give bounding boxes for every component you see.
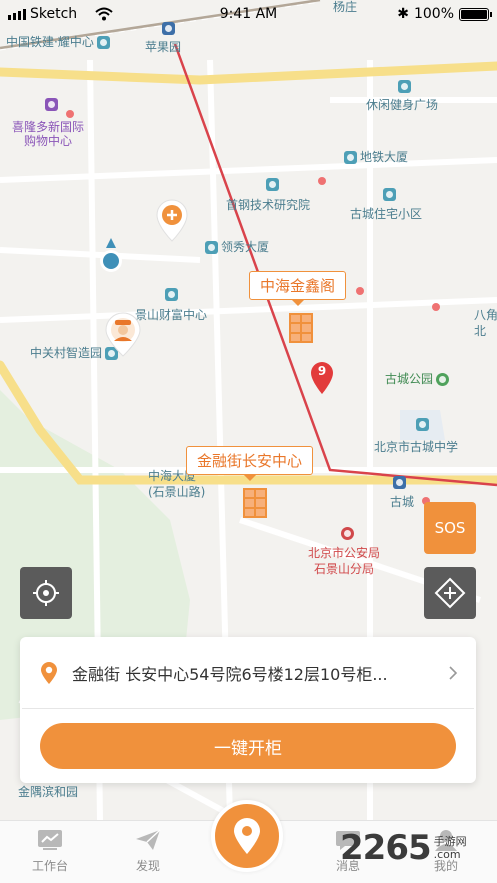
add-marker-button[interactable] [424,567,476,619]
poi-gucheng-park[interactable]: 古城公园 [385,372,450,386]
map-dot [318,177,326,185]
shopping-icon [45,98,58,111]
park-icon [436,372,450,386]
poi-police[interactable]: 北京市公安局 石景山分局 [308,546,380,576]
paper-plane-icon [136,829,161,850]
locker-icon[interactable] [289,313,313,343]
marker-callout-jinrongjie[interactable]: 金融街长安中心 [186,446,314,481]
marker-callout-zhonghai[interactable]: 中海金鑫阁 [249,271,347,306]
location-pin-icon [41,661,57,684]
poi-ditie-dasha[interactable]: 地铁大厦 [344,150,408,164]
wifi-icon [95,7,113,21]
poi-jinyu[interactable]: 金隅滨和园 [18,785,78,799]
poi-zhongguo-tiejian[interactable]: 中国铁建·耀中心 [6,35,110,49]
poi-jingshan-caifu[interactable]: 景山财富中心 [135,308,207,322]
center-location-button[interactable] [211,800,283,872]
map-dot [432,303,440,311]
map-dot [66,110,74,118]
open-locker-button[interactable]: 一键开柜 [40,723,456,769]
poi-xiuxian[interactable]: 休闲健身广场 [366,98,438,112]
locate-me-button[interactable] [20,567,72,619]
building-icon [344,150,357,164]
poi-lingxiu[interactable]: 领秀大厦 [205,240,269,254]
status-bar: Sketch 9:41 AM ✱ 100% [0,0,497,28]
diamond-plus-icon [434,577,466,609]
building-icon [96,35,110,49]
poi-gucheng-school[interactable]: 北京市古城中学 [374,440,458,454]
building-icon [205,240,218,254]
building-icon [398,80,411,93]
police-icon [341,527,354,540]
poi-xilong[interactable]: 喜隆多新国际 购物中心 [12,120,84,148]
bluetooth-icon: ✱ [397,6,409,22]
watermark: 2265 手游网 .com [340,828,467,868]
map-dot [356,287,364,295]
crosshair-icon [33,580,59,606]
sos-button[interactable]: SOS [424,502,476,554]
address-row[interactable]: 金融街 长安中心54号院6号楼12层10号柜... [22,637,474,709]
user-location-icon [97,238,125,274]
location-pin-icon [234,818,260,854]
school-icon [416,418,429,431]
medical-pin-icon[interactable] [155,198,188,242]
poi-pingguoyuan-station[interactable]: 苹果园 [145,40,181,54]
address-text: 金融街 长安中心54号院6号楼12层10号柜... [72,664,388,684]
poi-gucheng-station[interactable]: 古城 [390,495,414,509]
poi-shougang[interactable]: 首钢技术研究院 [226,198,310,212]
tab-discover[interactable]: 发现 [118,829,178,874]
building-icon [266,178,279,191]
carrier-name: Sketch [30,6,78,22]
chart-icon [38,830,62,850]
signal-icon [8,8,26,20]
battery-percent: 100% [413,6,454,22]
red-pin-icon[interactable]: 9 [310,361,334,395]
poi-edge-right[interactable]: 八角 北 [474,308,497,338]
red-pin-number: 9 [317,364,327,378]
metro-station-icon [393,476,406,489]
battery-icon [459,7,492,21]
courier-pin-icon[interactable] [104,311,142,357]
building-icon [383,188,396,201]
poi-gucheng-zhuzhai[interactable]: 古城住宅小区 [350,207,422,221]
building-icon [165,288,178,301]
tab-workbench[interactable]: 工作台 [20,829,80,874]
chevron-right-icon [449,665,458,680]
locker-icon[interactable] [243,488,267,518]
locker-card: 金融街 长安中心54号院6号楼12层10号柜... 一键开柜 [20,637,476,783]
